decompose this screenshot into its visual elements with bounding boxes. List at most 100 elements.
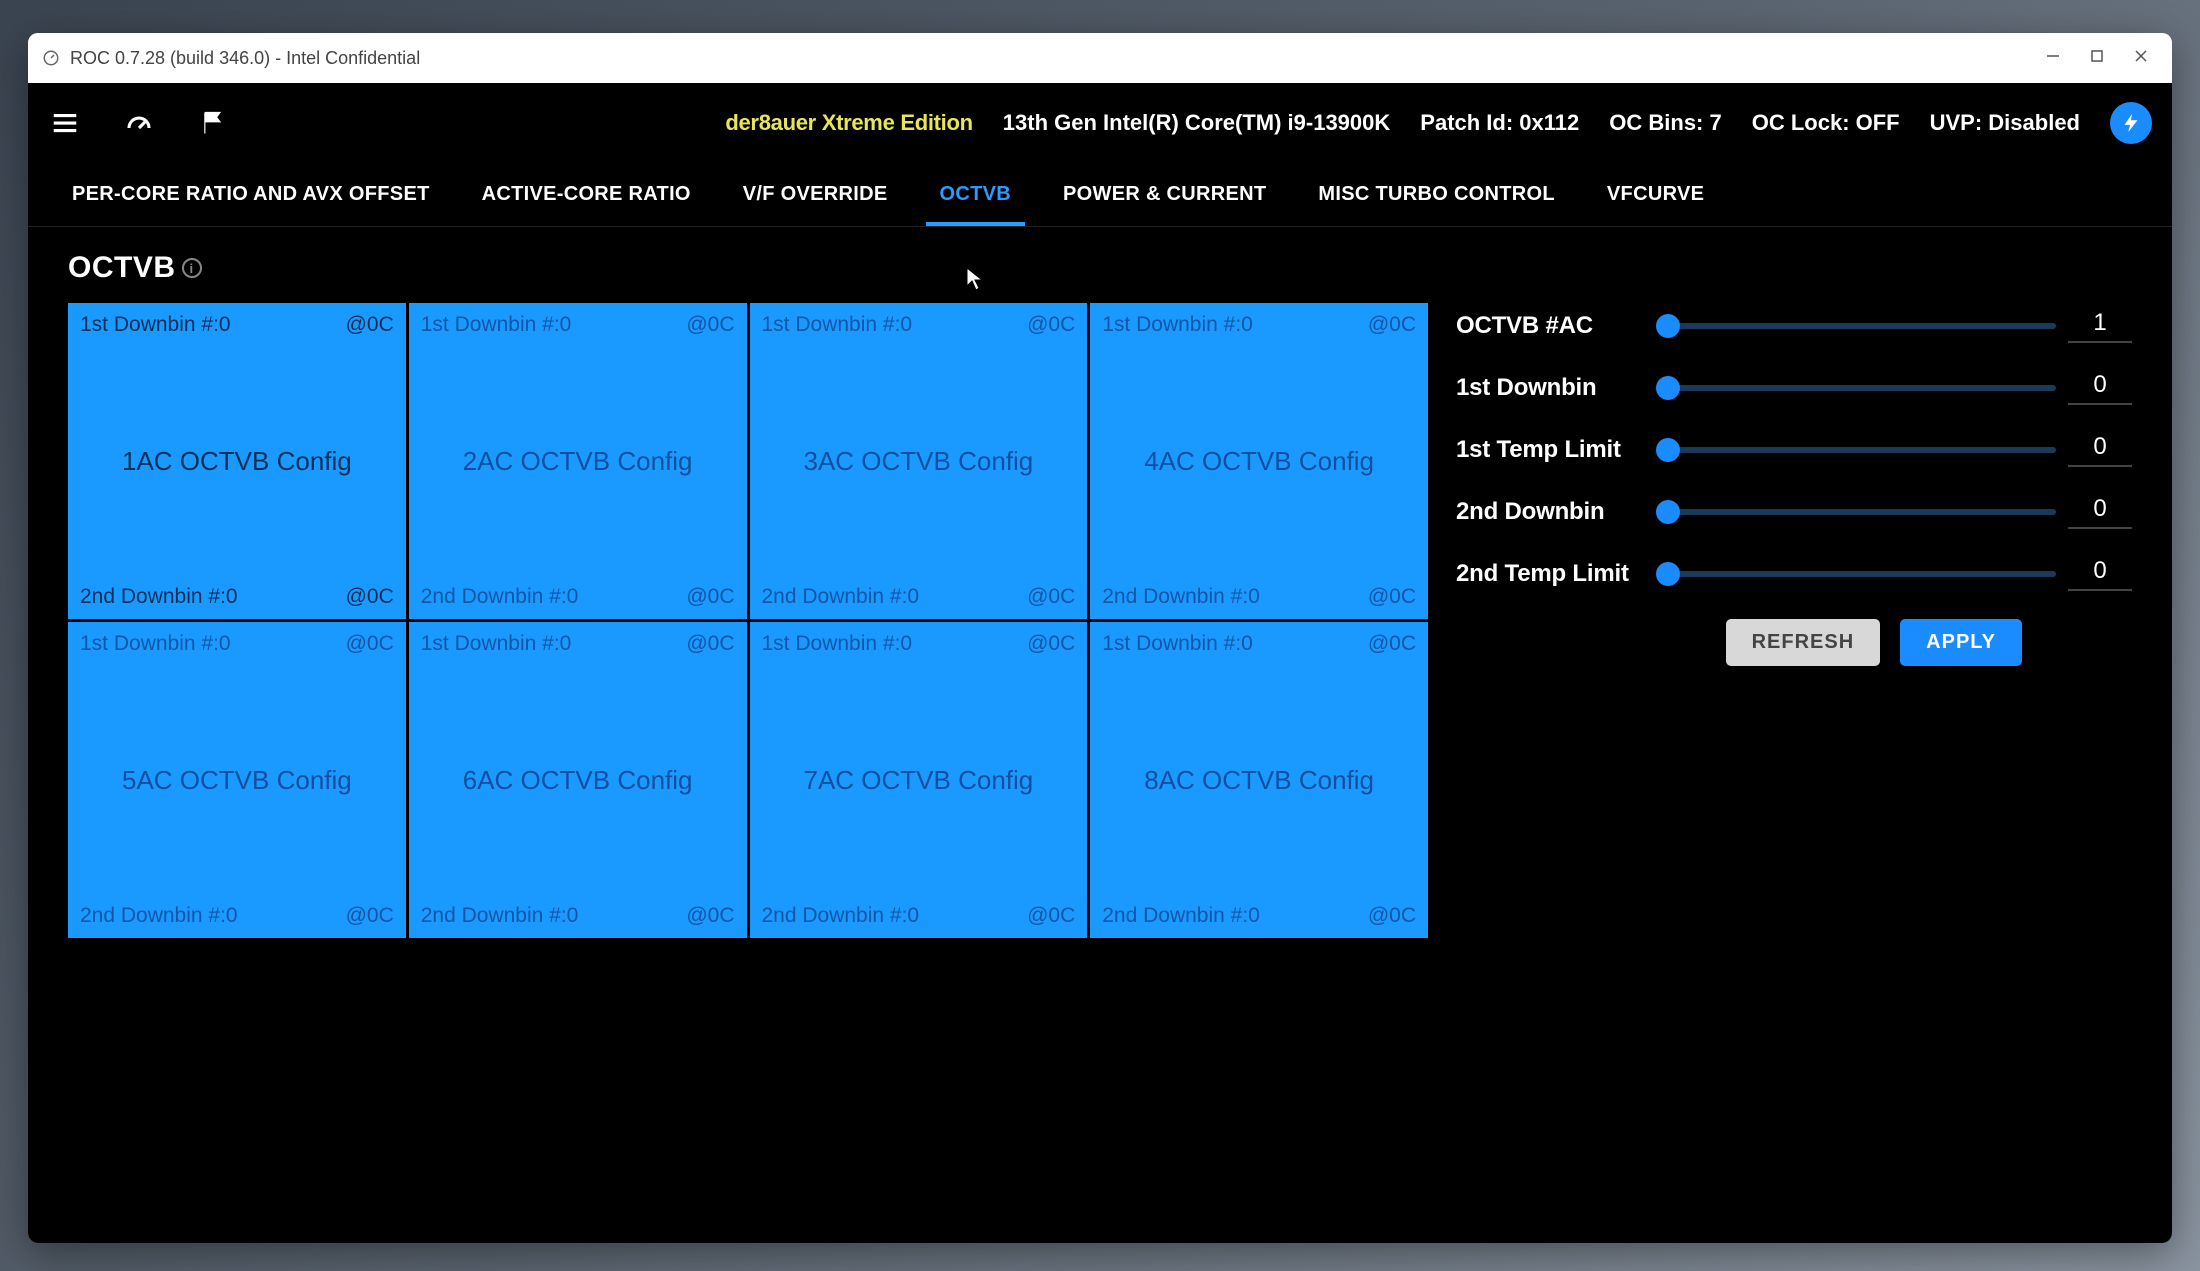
tile-name: 8AC OCTVB Config (1102, 765, 1416, 796)
flag-icon[interactable] (196, 106, 230, 140)
tile-2nd-temp: @0C (1368, 904, 1416, 928)
control-row-2nd-temp-limit: 2nd Temp Limit 0 (1456, 557, 2132, 591)
control-value[interactable]: 0 (2068, 557, 2132, 591)
config-tile-5[interactable]: 1st Downbin #:0 @0C 5AC OCTVB Config 2nd Do… (68, 622, 406, 938)
slider[interactable] (1668, 323, 2056, 329)
tile-1st-downbin: 1st Downbin #:0 (762, 632, 913, 656)
tile-1st-temp: @0C (346, 313, 394, 337)
header-left (48, 106, 230, 140)
config-grid: 1st Downbin #:0@0C1AC OCTVB Config2nd Do… (68, 303, 1428, 938)
uvp-label: UVP: Disabled (1930, 110, 2080, 136)
tile-1st-downbin: 1st Downbin #:0 (421, 313, 572, 337)
config-tile-6[interactable]: 1st Downbin #:0@0C6AC OCTVB Config2nd Do… (409, 622, 747, 938)
slider-thumb[interactable] (1656, 500, 1680, 524)
slider[interactable] (1668, 571, 2056, 577)
hamburger-menu-icon[interactable] (48, 106, 82, 140)
tile-2nd-downbin: 2nd Downbin #:0 (80, 904, 238, 928)
minimize-button[interactable] (2046, 49, 2060, 68)
config-tile-2[interactable]: 1st Downbin #:0 @0C 2AC OCTVB Config 2nd Do… (409, 303, 747, 619)
slider[interactable] (1668, 509, 2056, 515)
control-row-octvb-ac: OCTVB #AC1 (1456, 309, 2132, 343)
slider-thumb[interactable] (1656, 562, 1680, 586)
config-tile-4[interactable]: 1st Downbin #:0 @0C 4AC OCTVB Config 2nd Do… (1090, 303, 1428, 619)
tab-vfcurve[interactable]: VFCURVE (1603, 165, 1708, 224)
tile-2nd-temp: @0C (686, 585, 734, 609)
tile-1st-temp: @0C (1027, 632, 1075, 656)
control-value[interactable]: 0 (2068, 433, 2132, 467)
slider-thumb[interactable] (1656, 376, 1680, 400)
tile-1st-downbin: 1st Downbin #:0 (1102, 632, 1253, 656)
control-label: 1st Temp Limit (1456, 436, 1656, 464)
control-value[interactable]: 0 (2068, 371, 2132, 405)
content-area: OCTVB i 1st Downbin #:0@0C1AC OCTVB Conf… (28, 227, 2172, 1243)
tile-name: 5AC OCTVB Config (80, 765, 394, 796)
tile-1st-temp: @0C (686, 632, 734, 656)
info-icon[interactable]: i (182, 258, 202, 278)
tile-name: 7AC OCTVB Config (762, 765, 1076, 796)
tile-1st-temp: @0C (1368, 313, 1416, 337)
tile-name: 4AC OCTVB Config (1102, 446, 1416, 477)
window-controls (2046, 49, 2158, 68)
control-value[interactable]: 1 (2068, 309, 2132, 343)
tile-1st-temp: @0C (1368, 632, 1416, 656)
tile-1st-temp: @0C (346, 632, 394, 656)
control-label: 2nd Downbin (1456, 498, 1656, 526)
buttons-row: REFRESH APPLY (1456, 619, 2132, 666)
tab-misc-turbo-control[interactable]: MISC TURBO CONTROL (1314, 165, 1559, 224)
tab-octvb[interactable]: OCTVB (936, 165, 1016, 224)
slider-thumb[interactable] (1656, 438, 1680, 462)
tile-2nd-downbin: 2nd Downbin #:0 (421, 904, 579, 928)
tile-2nd-downbin: 2nd Downbin #:0 (80, 585, 238, 609)
tile-2nd-temp: @0C (346, 585, 394, 609)
header-info: der8auer Xtreme Edition 13th Gen Intel(R… (256, 102, 2152, 144)
tile-1st-temp: @0C (686, 313, 734, 337)
tile-2nd-temp: @0C (1368, 585, 1416, 609)
control-label: 1st Downbin (1456, 374, 1656, 402)
tab-power-current[interactable]: POWER & CURRENT (1059, 165, 1270, 224)
tile-1st-downbin: 1st Downbin #:0 (762, 313, 913, 337)
tile-1st-downbin: 1st Downbin #:0 (421, 632, 572, 656)
tile-2nd-downbin: 2nd Downbin #:0 (1102, 904, 1260, 928)
tile-name: 3AC OCTVB Config (762, 446, 1076, 477)
tile-2nd-downbin: 2nd Downbin #:0 (762, 904, 920, 928)
tile-1st-temp: @0C (1027, 313, 1075, 337)
section-title: OCTVB i (68, 251, 2132, 285)
maximize-button[interactable] (2090, 49, 2104, 68)
config-tile-3[interactable]: 1st Downbin #:0@0C3AC OCTVB Config2nd Do… (750, 303, 1088, 619)
window-title: ROC 0.7.28 (build 346.0) - Intel Confide… (70, 48, 420, 69)
bins-label: OC Bins: 7 (1609, 110, 1721, 136)
config-tile-1[interactable]: 1st Downbin #:0@0C1AC OCTVB Config2nd Do… (68, 303, 406, 619)
config-tile-7[interactable]: 1st Downbin #:0 @0C 7AC OCTVB Config 2nd Do… (750, 622, 1088, 938)
tile-2nd-downbin: 2nd Downbin #:0 (421, 585, 579, 609)
titlebar: ROC 0.7.28 (build 346.0) - Intel Confide… (28, 33, 2172, 83)
tab-per-core-ratio-and-avx-offset[interactable]: PER-CORE RATIO AND AVX OFFSET (68, 165, 434, 224)
tile-1st-downbin: 1st Downbin #:0 (80, 632, 231, 656)
refresh-button[interactable]: REFRESH (1726, 619, 1881, 666)
tile-name: 2AC OCTVB Config (421, 446, 735, 477)
main-row: 1st Downbin #:0@0C1AC OCTVB Config2nd Do… (68, 303, 2132, 938)
section-title-text: OCTVB (68, 251, 176, 285)
tile-2nd-temp: @0C (346, 904, 394, 928)
slider-thumb[interactable] (1656, 314, 1680, 338)
tabs-bar: PER-CORE RATIO AND AVX OFFSET ACTIVE-CORE… (28, 163, 2172, 227)
tile-1st-downbin: 1st Downbin #:0 (1102, 313, 1253, 337)
patch-label: Patch Id: 0x112 (1420, 110, 1579, 136)
slider[interactable] (1668, 385, 2056, 391)
tab-v-f-override[interactable]: V/F OVERRIDE (739, 165, 892, 224)
app-icon (42, 49, 60, 67)
app-window: ROC 0.7.28 (build 346.0) - Intel Confide… (28, 33, 2172, 1243)
gauge-icon[interactable] (122, 106, 156, 140)
edition-label: der8auer Xtreme Edition (725, 110, 972, 136)
apply-button[interactable]: APPLY (1900, 619, 2022, 666)
control-value[interactable]: 0 (2068, 495, 2132, 529)
tile-2nd-temp: @0C (686, 904, 734, 928)
tile-2nd-downbin: 2nd Downbin #:0 (1102, 585, 1260, 609)
control-label: 2nd Temp Limit (1456, 560, 1656, 588)
tab-active-core-ratio[interactable]: ACTIVE-CORE RATIO (478, 165, 695, 224)
close-button[interactable] (2134, 49, 2148, 68)
lock-label: OC Lock: OFF (1752, 110, 1900, 136)
bolt-icon[interactable] (2110, 102, 2152, 144)
control-row-2nd-downbin: 2nd Downbin 0 (1456, 495, 2132, 529)
slider[interactable] (1668, 447, 2056, 453)
config-tile-8[interactable]: 1st Downbin #:0 @0C 8AC OCTVB Config 2nd Do… (1090, 622, 1428, 938)
